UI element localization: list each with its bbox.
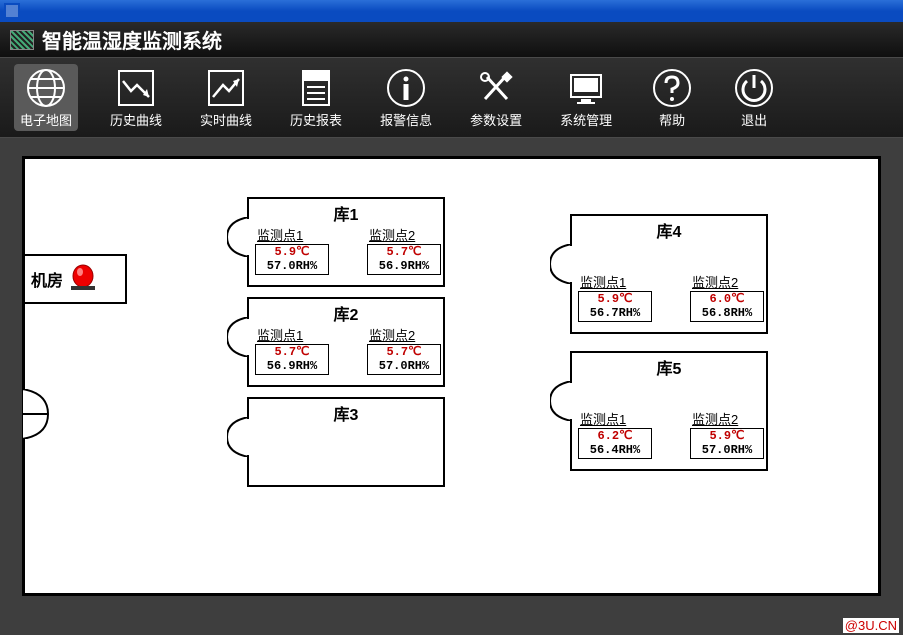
room-2[interactable]: 库2 监测点1 5.7℃ 56.9RH% 监测点2 5.7℃ 57.0RH%: [247, 297, 445, 387]
room-4-sensor-2-temp: 6.0℃: [691, 292, 763, 306]
toolbar-sys-manage-button[interactable]: 系统管理: [554, 64, 618, 131]
toolbar-alarm-info-label: 报警信息: [380, 110, 432, 129]
room-1-sensor-2-name: 监测点2: [367, 225, 441, 244]
toolbar-history-report-label: 历史报表: [290, 110, 342, 129]
toolbar-exit-button[interactable]: 退出: [726, 64, 782, 131]
room-1-sensor-1[interactable]: 监测点1 5.9℃ 57.0RH%: [255, 225, 329, 275]
room-4-sensor-2-hum: 56.8RH%: [691, 306, 763, 320]
room-5-sensor-1-name: 监测点1: [578, 409, 652, 428]
room-2-sensor-1-hum: 56.9RH%: [256, 359, 328, 373]
room-3-door-icon: [227, 417, 249, 462]
room-4-door-icon: [550, 244, 572, 289]
room-1-title: 库1: [249, 201, 443, 225]
room-1-sensor-2[interactable]: 监测点2 5.7℃ 56.9RH%: [367, 225, 441, 275]
toolbar-map-button[interactable]: 电子地图: [14, 64, 78, 131]
toolbar-history-report-button[interactable]: 历史报表: [284, 64, 348, 131]
room-4-sensor-2-name: 监测点2: [690, 272, 764, 291]
alarm-light-icon: [69, 262, 97, 297]
watermark: @3U.CN: [843, 618, 899, 633]
room-5-sensor-1[interactable]: 监测点1 6.2℃ 56.4RH%: [578, 409, 652, 459]
room-1-door-icon: [227, 217, 249, 262]
room-4[interactable]: 库4 监测点1 5.9℃ 56.7RH% 监测点2 6.0℃ 56.8RH%: [570, 214, 768, 334]
room-2-sensor-2-temp: 5.7℃: [368, 345, 440, 359]
room-1[interactable]: 库1 监测点1 5.9℃ 57.0RH% 监测点2 5.7℃ 56.9RH%: [247, 197, 445, 287]
toolbar-history-curve-label: 历史曲线: [110, 110, 162, 129]
room-5-door-icon: [550, 381, 572, 426]
chart-up-icon: [204, 68, 248, 108]
room-2-sensor-1-temp: 5.7℃: [256, 345, 328, 359]
room-1-sensor-2-hum: 56.9RH%: [368, 259, 440, 273]
toolbar-realtime-curve-label: 实时曲线: [200, 110, 252, 129]
toolbar-map-label: 电子地图: [20, 110, 72, 129]
power-icon: [732, 68, 776, 108]
machine-room[interactable]: 机房: [23, 254, 127, 304]
room-5[interactable]: 库5 监测点1 6.2℃ 56.4RH% 监测点2 5.9℃ 57.0RH%: [570, 351, 768, 471]
toolbar-param-set-button[interactable]: 参数设置: [464, 64, 528, 131]
toolbar-help-label: 帮助: [659, 110, 685, 129]
room-5-sensor-1-hum: 56.4RH%: [579, 443, 651, 457]
room-4-sensor-2[interactable]: 监测点2 6.0℃ 56.8RH%: [690, 272, 764, 322]
room-1-sensor-2-temp: 5.7℃: [368, 245, 440, 259]
left-wall-notch-icon: [22, 389, 52, 444]
app-logo-icon: [10, 30, 34, 50]
toolbar-exit-label: 退出: [741, 110, 767, 129]
toolbar-realtime-curve-button[interactable]: 实时曲线: [194, 64, 258, 131]
room-5-sensor-1-temp: 6.2℃: [579, 429, 651, 443]
window-icon: [4, 3, 20, 19]
map-canvas[interactable]: 机房 库1 监测点1 5.9℃ 57.0RH% 监测点2 5.7℃ 56.9RH…: [22, 156, 881, 596]
globe-icon: [24, 68, 68, 108]
room-3[interactable]: 库3: [247, 397, 445, 487]
room-2-title: 库2: [249, 301, 443, 325]
toolbar-history-curve-button[interactable]: 历史曲线: [104, 64, 168, 131]
room-2-door-icon: [227, 317, 249, 362]
machine-room-label: 机房: [31, 267, 63, 291]
room-2-sensor-2[interactable]: 监测点2 5.7℃ 57.0RH%: [367, 325, 441, 375]
help-icon: [650, 68, 694, 108]
main-toolbar: 电子地图 历史曲线 实时曲线 历史报表 报警信息 参数设置 系统管理: [0, 58, 903, 138]
room-5-sensor-2-hum: 57.0RH%: [691, 443, 763, 457]
app-title-bar: 智能温湿度监测系统: [0, 22, 903, 58]
room-2-sensor-1-name: 监测点1: [255, 325, 329, 344]
room-1-sensor-1-name: 监测点1: [255, 225, 329, 244]
room-4-sensor-1[interactable]: 监测点1 5.9℃ 56.7RH%: [578, 272, 652, 322]
room-3-title: 库3: [249, 401, 443, 425]
room-4-sensor-1-temp: 5.9℃: [579, 292, 651, 306]
app-title: 智能温湿度监测系统: [42, 25, 222, 54]
room-2-sensor-2-hum: 57.0RH%: [368, 359, 440, 373]
toolbar-help-button[interactable]: 帮助: [644, 64, 700, 131]
report-icon: [294, 68, 338, 108]
room-1-sensor-1-hum: 57.0RH%: [256, 259, 328, 273]
toolbar-sys-manage-label: 系统管理: [560, 110, 612, 129]
room-5-sensor-2-temp: 5.9℃: [691, 429, 763, 443]
room-4-sensor-1-hum: 56.7RH%: [579, 306, 651, 320]
room-5-sensor-2[interactable]: 监测点2 5.9℃ 57.0RH%: [690, 409, 764, 459]
window-titlebar: [0, 0, 903, 22]
room-2-sensor-1[interactable]: 监测点1 5.7℃ 56.9RH%: [255, 325, 329, 375]
room-5-sensor-2-name: 监测点2: [690, 409, 764, 428]
room-4-title: 库4: [572, 218, 766, 242]
room-1-sensor-1-temp: 5.9℃: [256, 245, 328, 259]
room-2-sensor-2-name: 监测点2: [367, 325, 441, 344]
info-icon: [384, 68, 428, 108]
toolbar-alarm-info-button[interactable]: 报警信息: [374, 64, 438, 131]
tools-icon: [474, 68, 518, 108]
room-4-sensor-1-name: 监测点1: [578, 272, 652, 291]
chart-down-icon: [114, 68, 158, 108]
toolbar-param-set-label: 参数设置: [470, 110, 522, 129]
monitor-icon: [564, 68, 608, 108]
room-5-title: 库5: [572, 355, 766, 379]
